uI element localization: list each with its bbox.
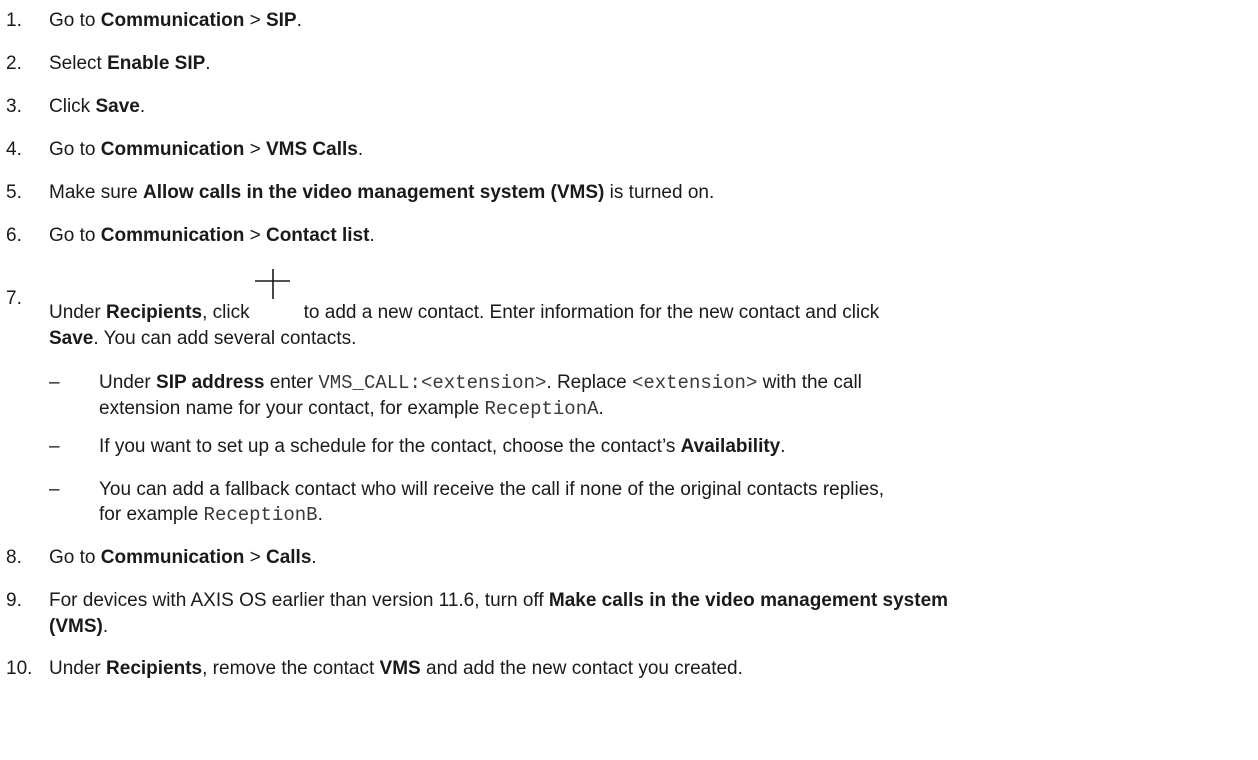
sub-step-text: Under SIP address enter VMS_CALL:<extens… bbox=[99, 372, 862, 420]
menu-path: Communication bbox=[100, 10, 245, 31]
step-text: For devices with AXIS OS earlier than ve… bbox=[49, 590, 949, 637]
sub-step-text: If you want to set up a schedule for the… bbox=[99, 436, 786, 457]
code-snippet: ReceptionB bbox=[203, 504, 318, 526]
dash-bullet: – bbox=[49, 372, 60, 393]
step-text: Go to Communication > SIP. bbox=[49, 10, 302, 31]
step-number: 2. bbox=[6, 53, 22, 74]
step-number: 9. bbox=[6, 590, 22, 611]
step-text: Click Save. bbox=[49, 96, 146, 117]
step-number: 1. bbox=[6, 10, 22, 31]
step-number: 8. bbox=[6, 547, 22, 568]
document-page: { "steps": [ {"n": "1.", "a": "Go to ", … bbox=[0, 0, 1258, 760]
step-number: 5. bbox=[6, 182, 22, 203]
step-text: Make sure Allow calls in the video manag… bbox=[49, 182, 715, 203]
code-snippet: <extension> bbox=[631, 372, 758, 394]
code-snippet: ReceptionA bbox=[484, 398, 599, 420]
step-number: 10. bbox=[6, 658, 33, 679]
sub-step-text: You can add a fallback contact who will … bbox=[99, 479, 885, 526]
step-text: Go to Communication > Calls. bbox=[49, 547, 317, 568]
dash-bullet: – bbox=[49, 479, 60, 500]
step-number: 4. bbox=[6, 139, 22, 160]
step-number: 6. bbox=[6, 225, 22, 246]
code-snippet: VMS_CALL:<extension> bbox=[318, 372, 547, 394]
step-text: Under Recipients, click to add a new cont… bbox=[49, 269, 1254, 352]
menu-path: SIP bbox=[265, 10, 297, 31]
step-number: 7. bbox=[6, 288, 22, 309]
plus-icon bbox=[254, 269, 292, 324]
step-text: Go to Communication > Contact list. bbox=[49, 225, 375, 246]
step-text: Select Enable SIP. bbox=[49, 53, 211, 74]
dash-bullet: – bbox=[49, 436, 60, 457]
step-text: Go to Communication > VMS Calls. bbox=[49, 139, 364, 160]
step-number: 3. bbox=[6, 96, 22, 117]
step-text: Under Recipients, remove the contact VMS… bbox=[49, 658, 743, 679]
